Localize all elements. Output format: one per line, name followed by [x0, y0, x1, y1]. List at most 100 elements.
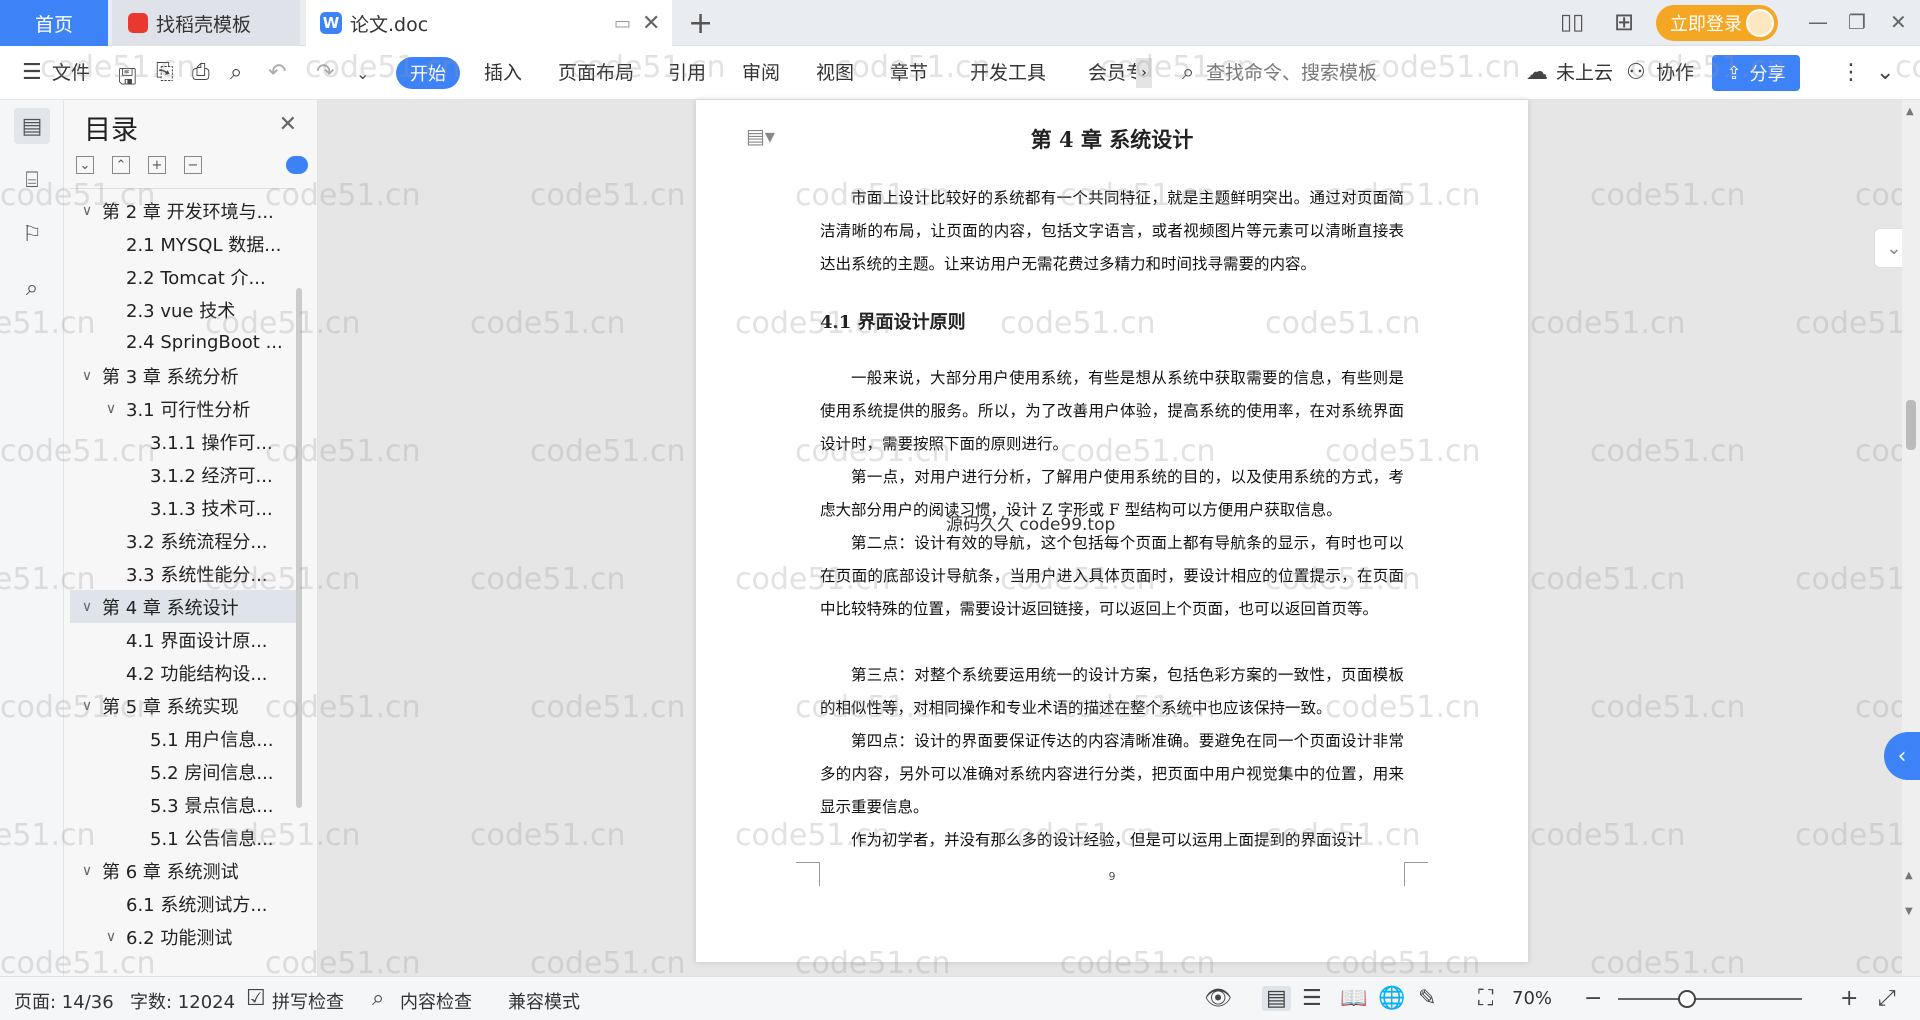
toc-icon[interactable]: ▤ [14, 108, 50, 144]
close-icon[interactable]: ✕ [642, 11, 660, 36]
toc-item[interactable]: 3.3 系统性能分... [70, 557, 298, 590]
cloud-icon[interactable]: ☁ [1526, 60, 1548, 85]
pen-icon[interactable]: ✎ [1418, 986, 1436, 1011]
spellcheck-button[interactable]: 拼写检查 [272, 988, 344, 1014]
expand-all-icon[interactable]: ⌃ [112, 156, 130, 174]
file-menu[interactable]: 文件 [52, 58, 90, 85]
zoom-in-icon[interactable]: + [1840, 986, 1858, 1011]
screen-icon[interactable]: ▭ [614, 13, 631, 34]
login-button[interactable]: 立即登录 [1656, 5, 1778, 41]
next-page-icon[interactable]: ▼ [1905, 906, 1913, 917]
chevron-down-icon[interactable]: ∨ [76, 203, 98, 219]
toc-item[interactable]: 6.1 系统测试方... [70, 887, 298, 920]
toc-item[interactable]: 5.2 房间信息... [70, 755, 298, 788]
toc-item[interactable]: 4.1 界面设计原... [70, 623, 298, 656]
undo-icon[interactable]: ↶ [268, 60, 286, 85]
zoom-slider-handle[interactable] [1678, 990, 1696, 1008]
print-icon[interactable]: ⎙ [192, 60, 210, 85]
tab-page-layout[interactable]: 页面布局 [558, 58, 634, 85]
vertical-scrollbar[interactable]: ▲ ▲ ▼ [1902, 100, 1920, 976]
toc-item[interactable]: 4.2 功能结构设... [70, 656, 298, 689]
more-tabs-icon[interactable]: › [1136, 58, 1152, 88]
scroll-thumb[interactable] [1906, 400, 1916, 450]
window-close-icon[interactable]: ✕ [1890, 10, 1907, 34]
toc-item[interactable]: 3.1.3 技术可... [70, 491, 298, 524]
tab-references[interactable]: 引用 [668, 58, 706, 85]
tab-home[interactable]: 首页 [0, 0, 108, 46]
fullscreen-icon[interactable]: ⤢ [1878, 986, 1896, 1011]
toc-item[interactable]: 2.4 SpringBoot ... [70, 326, 298, 359]
toc-item[interactable]: ∨ 6.2 功能测试 [70, 920, 298, 953]
toc-item[interactable]: 5.1 用户信息... [70, 722, 298, 755]
grid-icon[interactable]: ⊞ [1614, 8, 1634, 36]
chevron-down-icon[interactable]: ∨ [76, 368, 98, 384]
document-page[interactable]: ▤▾ 第 4 章 系统设计 市面上设计比较好的系统都有一个共同特征，就是主题鲜明… [696, 100, 1528, 962]
more-icon[interactable]: ⋮ [1840, 60, 1862, 85]
toc-item[interactable]: ∨ 第 2 章 开发环境与... [70, 194, 298, 227]
toc-item[interactable]: ∨ 第 6 章 系统测试 [70, 854, 298, 887]
share-button[interactable]: ⇪ 分享 [1712, 55, 1800, 91]
content-check-icon[interactable]: ⌕ [372, 986, 384, 1011]
web-view-icon[interactable]: 🌐 [1378, 986, 1405, 1011]
page-view-icon[interactable]: ▤ [1262, 986, 1291, 1011]
preview-icon[interactable]: ⌕ [230, 60, 242, 85]
toc-item[interactable]: 2.2 Tomcat 介... [70, 260, 298, 293]
chevron-down-icon[interactable]: ∨ [76, 599, 98, 615]
read-view-icon[interactable]: 📖 [1340, 986, 1367, 1011]
chevron-down-icon[interactable]: ⌄ [1876, 60, 1894, 85]
smart-toc-icon[interactable] [286, 156, 308, 174]
user-icon[interactable]: ⚇ [1626, 60, 1646, 85]
toc-item[interactable]: ∨ 第 3 章 系统分析 [70, 359, 298, 392]
tab-section[interactable]: 章节 [890, 58, 928, 85]
zoom-out-icon[interactable]: − [1584, 986, 1602, 1011]
tab-developer[interactable]: 开发工具 [970, 58, 1046, 85]
collab-button[interactable]: 协作 [1656, 58, 1694, 85]
tab-template[interactable]: 找稻壳模板 [112, 0, 300, 46]
tab-review[interactable]: 审阅 [742, 58, 780, 85]
chevron-down-icon[interactable]: ⌄ [356, 64, 369, 83]
zoom-level[interactable]: 70% [1512, 988, 1552, 1009]
tab-insert[interactable]: 插入 [484, 58, 522, 85]
chevron-down-icon[interactable]: ∨ [76, 863, 98, 879]
toc-item[interactable]: 5.3 景点信息... [70, 788, 298, 821]
chevron-down-icon[interactable]: ∨ [76, 698, 98, 714]
page-indicator[interactable]: 页面: 14/36 [14, 988, 114, 1014]
layout-icon[interactable]: ▯▯ [1560, 10, 1584, 35]
chevron-down-icon[interactable]: ∨ [100, 401, 122, 417]
toc-item[interactable]: 2.1 MYSQL 数据... [70, 227, 298, 260]
toc-scrollbar[interactable] [296, 288, 302, 808]
scroll-up-icon[interactable]: ▲ [1906, 106, 1914, 117]
content-check-button[interactable]: 内容检查 [400, 988, 472, 1014]
toc-item[interactable]: 2.3 vue 技术 [70, 293, 298, 326]
remove-item-icon[interactable]: − [184, 156, 202, 174]
fit-page-icon[interactable]: ⛶ [1478, 986, 1493, 1011]
bookmark-icon[interactable]: ⚐ [14, 216, 50, 252]
redo-icon[interactable]: ↷ [316, 60, 334, 85]
eye-protect-icon[interactable]: 👁 [1204, 986, 1232, 1011]
toc-item[interactable]: ∨ 3.1 可行性分析 [70, 392, 298, 425]
menu-icon[interactable]: ☰ [22, 60, 42, 85]
close-icon[interactable]: ✕ [279, 112, 297, 137]
toc-item[interactable]: 5.1 公告信息... [70, 821, 298, 854]
toc-item[interactable]: 3.2 系统流程分... [70, 524, 298, 557]
navigation-icon[interactable]: ⌸ [14, 162, 50, 198]
toc-item[interactable]: 3.1.1 操作可... [70, 425, 298, 458]
minimize-icon[interactable]: — [1808, 10, 1828, 34]
restore-icon[interactable]: ❐ [1848, 10, 1866, 34]
export-icon[interactable]: ⎘ [156, 60, 174, 85]
toc-item[interactable]: ∨ 第 5 章 系统实现 [70, 689, 298, 722]
chevron-down-icon[interactable]: ∨ [100, 929, 122, 945]
zoom-slider[interactable] [1618, 998, 1802, 1000]
word-count[interactable]: 字数: 12024 [130, 988, 235, 1014]
toc-item[interactable]: ∨ 第 4 章 系统设计 [70, 590, 298, 623]
toc-item[interactable]: 3.1.2 经济可... [70, 458, 298, 491]
command-search[interactable]: 查找命令、搜索模板 [1206, 58, 1377, 85]
collapse-all-icon[interactable]: ⌄ [76, 156, 94, 174]
spellcheck-icon[interactable]: ☑ [246, 986, 266, 1011]
tab-document[interactable]: W 论文.doc ▭ ✕ [306, 0, 672, 46]
outline-view-icon[interactable]: ☰ [1302, 986, 1322, 1011]
save-icon[interactable]: 🖫 [118, 60, 137, 98]
new-tab-button[interactable]: + [688, 6, 713, 41]
prev-page-icon[interactable]: ▲ [1905, 870, 1913, 881]
tab-view[interactable]: 视图 [816, 58, 854, 85]
